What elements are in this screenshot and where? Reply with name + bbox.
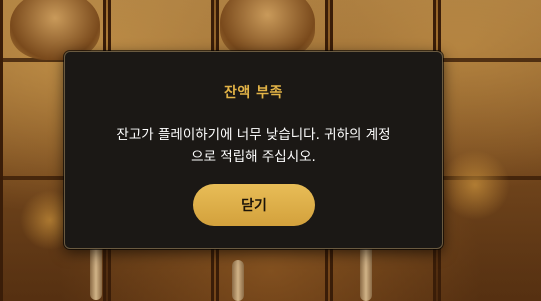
close-button[interactable]: 닫기: [193, 184, 315, 226]
reel-column-5: [438, 0, 541, 301]
background-glow: [440, 150, 510, 220]
dialog-title: 잔액 부족: [224, 85, 283, 101]
bone-symbol: [232, 260, 244, 301]
dialog-message: 잔고가 플레이하기에 너무 낮습니다. 귀하의 계정 으로 적립해 주십시오.: [89, 124, 418, 168]
dialog-message-line-2: 으로 적립해 주십시오.: [191, 149, 316, 165]
dialog-message-line-1: 잔고가 플레이하기에 너무 낮습니다. 귀하의 계정: [116, 127, 391, 143]
insufficient-balance-dialog: 잔액 부족 잔고가 플레이하기에 너무 낮습니다. 귀하의 계정 으로 적립해 …: [64, 51, 443, 249]
